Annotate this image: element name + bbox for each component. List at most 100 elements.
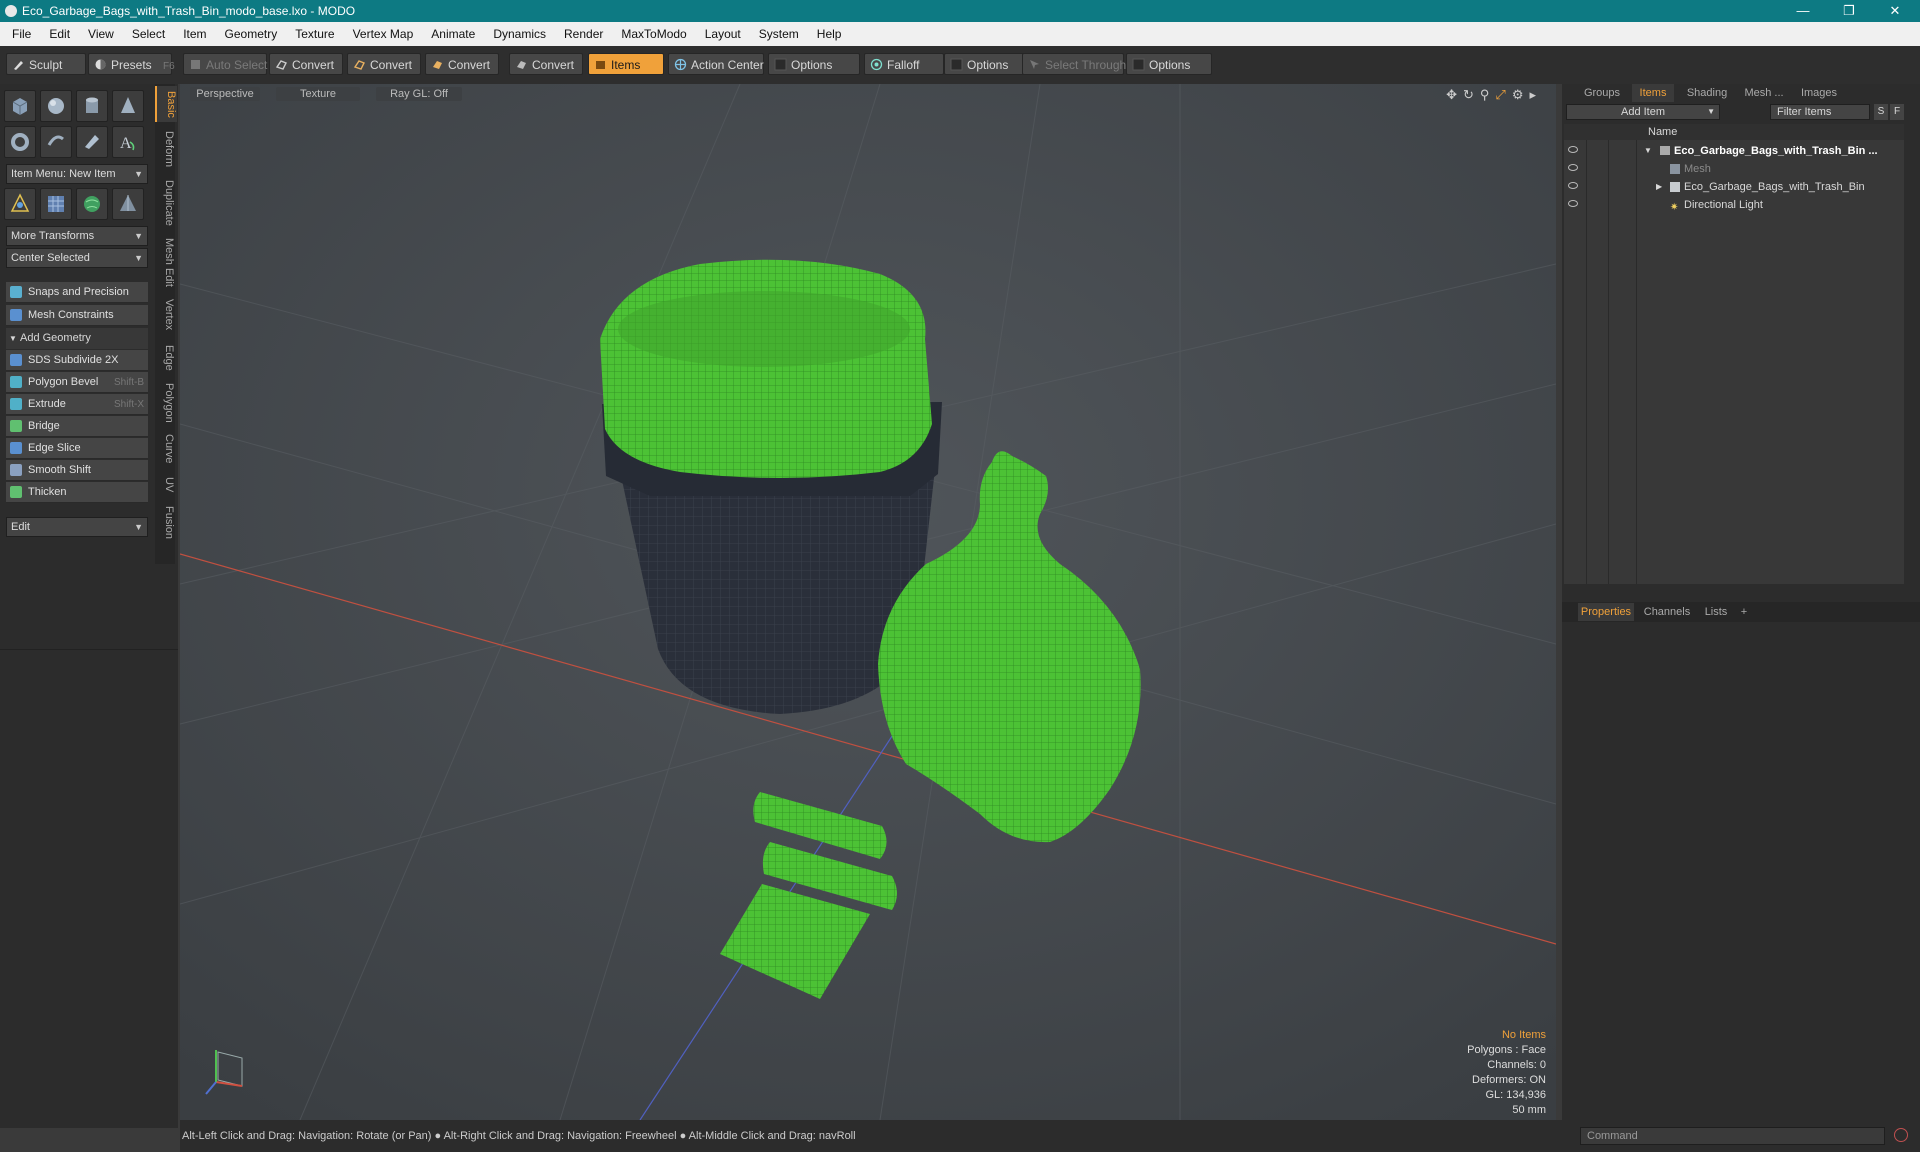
expand-arrow-icon[interactable]: ▶	[1656, 178, 1662, 196]
options-button-3[interactable]: Options	[1126, 53, 1212, 75]
menu-view[interactable]: View	[79, 22, 123, 46]
filter-items-field[interactable]: Filter Items	[1770, 104, 1870, 120]
menu-texture[interactable]: Texture	[286, 22, 343, 46]
maximize-view-icon[interactable]: ⤢	[1495, 87, 1511, 102]
visibility-eye-icon[interactable]	[1568, 164, 1578, 171]
tab-shading[interactable]: Shading	[1680, 84, 1734, 102]
mesh-constraints-button[interactable]: Mesh Constraints	[6, 305, 148, 326]
menu-item[interactable]: Item	[174, 22, 215, 46]
tool-bridge[interactable]: Bridge	[6, 416, 148, 437]
zoom-view-icon[interactable]: ⚲	[1480, 87, 1496, 102]
tool-smooth-shift[interactable]: Smooth Shift	[6, 460, 148, 481]
tree-item-model[interactable]: ▶ Eco_Garbage_Bags_with_Trash_Bin	[1564, 178, 1904, 196]
tab-fusion[interactable]: Fusion	[155, 502, 175, 544]
pyramid-tool-button[interactable]	[112, 188, 144, 220]
text-tool-button[interactable]: A	[112, 126, 144, 158]
falloff-button[interactable]: Falloff	[864, 53, 944, 75]
filter-s-button[interactable]: S	[1874, 104, 1888, 120]
menu-layout[interactable]: Layout	[696, 22, 750, 46]
tab-polygon[interactable]: Polygon	[155, 380, 175, 426]
tool-polygon-bevel[interactable]: Polygon Bevel Shift-B	[6, 372, 148, 393]
cube-primitive-button[interactable]	[4, 90, 36, 122]
tab-vertex[interactable]: Vertex	[155, 294, 175, 336]
3d-viewport[interactable]: Perspective Texture Ray GL: Off ✥↻⚲⤢⚙▸ N…	[180, 84, 1556, 1120]
menu-dynamics[interactable]: Dynamics	[484, 22, 555, 46]
select-through-button[interactable]: Select Through	[1022, 53, 1126, 75]
snaps-precision-button[interactable]: Snaps and Precision	[6, 282, 148, 303]
center-selected-dropdown[interactable]: Center Selected ▼	[6, 248, 148, 268]
add-item-dropdown[interactable]: Add Item ▼	[1566, 104, 1720, 120]
minimize-button[interactable]: —	[1780, 0, 1826, 22]
view-menu-icon[interactable]: ▸	[1529, 87, 1542, 102]
transform-tool-button[interactable]	[4, 188, 36, 220]
menu-render[interactable]: Render	[555, 22, 612, 46]
tab-duplicate[interactable]: Duplicate	[155, 176, 175, 230]
grid-tool-button[interactable]	[40, 188, 72, 220]
menu-maxtomodo[interactable]: MaxToModo	[612, 22, 695, 46]
tab-texture[interactable]: Texture	[276, 87, 360, 101]
presets-button[interactable]: Presets F6	[88, 53, 175, 75]
visibility-eye-icon[interactable]	[1568, 146, 1578, 153]
tab-perspective[interactable]: Perspective	[190, 87, 260, 101]
rotate-view-icon[interactable]: ↻	[1463, 87, 1480, 102]
pen-tool-button[interactable]	[76, 126, 108, 158]
tab-ray-gl[interactable]: Ray GL: Off	[376, 87, 462, 101]
menu-file[interactable]: File	[0, 22, 40, 46]
options-button-1[interactable]: Options	[768, 53, 860, 75]
expand-arrow-icon[interactable]: ▼	[1644, 142, 1652, 160]
menu-system[interactable]: System	[750, 22, 808, 46]
view-settings-icon[interactable]: ⚙	[1512, 87, 1530, 102]
tree-item-light[interactable]: ✷ Directional Light	[1564, 196, 1904, 214]
tool-thicken[interactable]: Thicken	[6, 482, 148, 503]
items-mode-button[interactable]: Items	[588, 53, 664, 75]
menu-geometry[interactable]: Geometry	[216, 22, 287, 46]
tree-item-scene[interactable]: ▼ Eco_Garbage_Bags_with_Trash_Bin ...	[1564, 142, 1904, 160]
sculpt-button[interactable]: Sculpt	[6, 53, 86, 75]
capsule-primitive-button[interactable]	[40, 126, 72, 158]
item-menu-dropdown[interactable]: Item Menu: New Item ▼	[6, 164, 148, 184]
add-geometry-section[interactable]: ▼ Add Geometry	[6, 328, 148, 349]
tab-items[interactable]: Items	[1632, 84, 1674, 102]
cylinder-primitive-button[interactable]	[76, 90, 108, 122]
globe-tool-button[interactable]	[76, 188, 108, 220]
tab-channels[interactable]: Channels	[1640, 603, 1694, 621]
convert-button-1[interactable]: Convert	[269, 53, 343, 75]
tab-basic[interactable]: Basic	[155, 86, 177, 122]
tab-uv[interactable]: UV	[155, 472, 175, 498]
menu-edit[interactable]: Edit	[40, 22, 79, 46]
tool-extrude[interactable]: Extrude Shift-X	[6, 394, 148, 415]
tab-mesh-edit[interactable]: Mesh Edit	[155, 234, 175, 290]
close-button[interactable]: ✕	[1872, 0, 1918, 22]
action-center-button[interactable]: Action Center	[668, 53, 764, 75]
cone-primitive-button[interactable]	[112, 90, 144, 122]
torus-primitive-button[interactable]	[4, 126, 36, 158]
auto-select-button[interactable]: Auto Select	[183, 53, 267, 75]
filter-f-button[interactable]: F	[1890, 104, 1904, 120]
command-input[interactable]: Command	[1580, 1127, 1885, 1145]
tab-deform[interactable]: Deform	[155, 126, 175, 172]
tool-edge-slice[interactable]: Edge Slice	[6, 438, 148, 459]
options-button-2[interactable]: Options	[944, 53, 1024, 75]
tree-item-mesh[interactable]: Mesh	[1564, 160, 1904, 178]
menu-select[interactable]: Select	[123, 22, 174, 46]
menu-vertex-map[interactable]: Vertex Map	[344, 22, 423, 46]
visibility-eye-icon[interactable]	[1568, 200, 1578, 207]
maximize-button[interactable]: ❐	[1826, 0, 1872, 22]
tab-images[interactable]: Images	[1794, 84, 1844, 102]
visibility-eye-icon[interactable]	[1568, 182, 1578, 189]
tool-sds-subdivide[interactable]: SDS Subdivide 2X	[6, 350, 148, 371]
menu-animate[interactable]: Animate	[422, 22, 484, 46]
convert-button-2[interactable]: Convert	[347, 53, 421, 75]
tab-properties[interactable]: Properties	[1578, 603, 1634, 621]
add-tab-icon[interactable]: +	[1736, 603, 1752, 621]
convert-button-4[interactable]: Convert	[509, 53, 583, 75]
tab-groups[interactable]: Groups	[1578, 84, 1626, 102]
tab-curve[interactable]: Curve	[155, 430, 175, 468]
sphere-primitive-button[interactable]	[40, 90, 72, 122]
record-icon[interactable]	[1894, 1128, 1908, 1142]
move-view-icon[interactable]: ✥	[1446, 87, 1463, 102]
more-transforms-dropdown[interactable]: More Transforms ▼	[6, 226, 148, 246]
tab-mesh[interactable]: Mesh ...	[1738, 84, 1790, 102]
edit-dropdown[interactable]: Edit ▼	[6, 517, 148, 537]
tab-lists[interactable]: Lists	[1698, 603, 1734, 621]
